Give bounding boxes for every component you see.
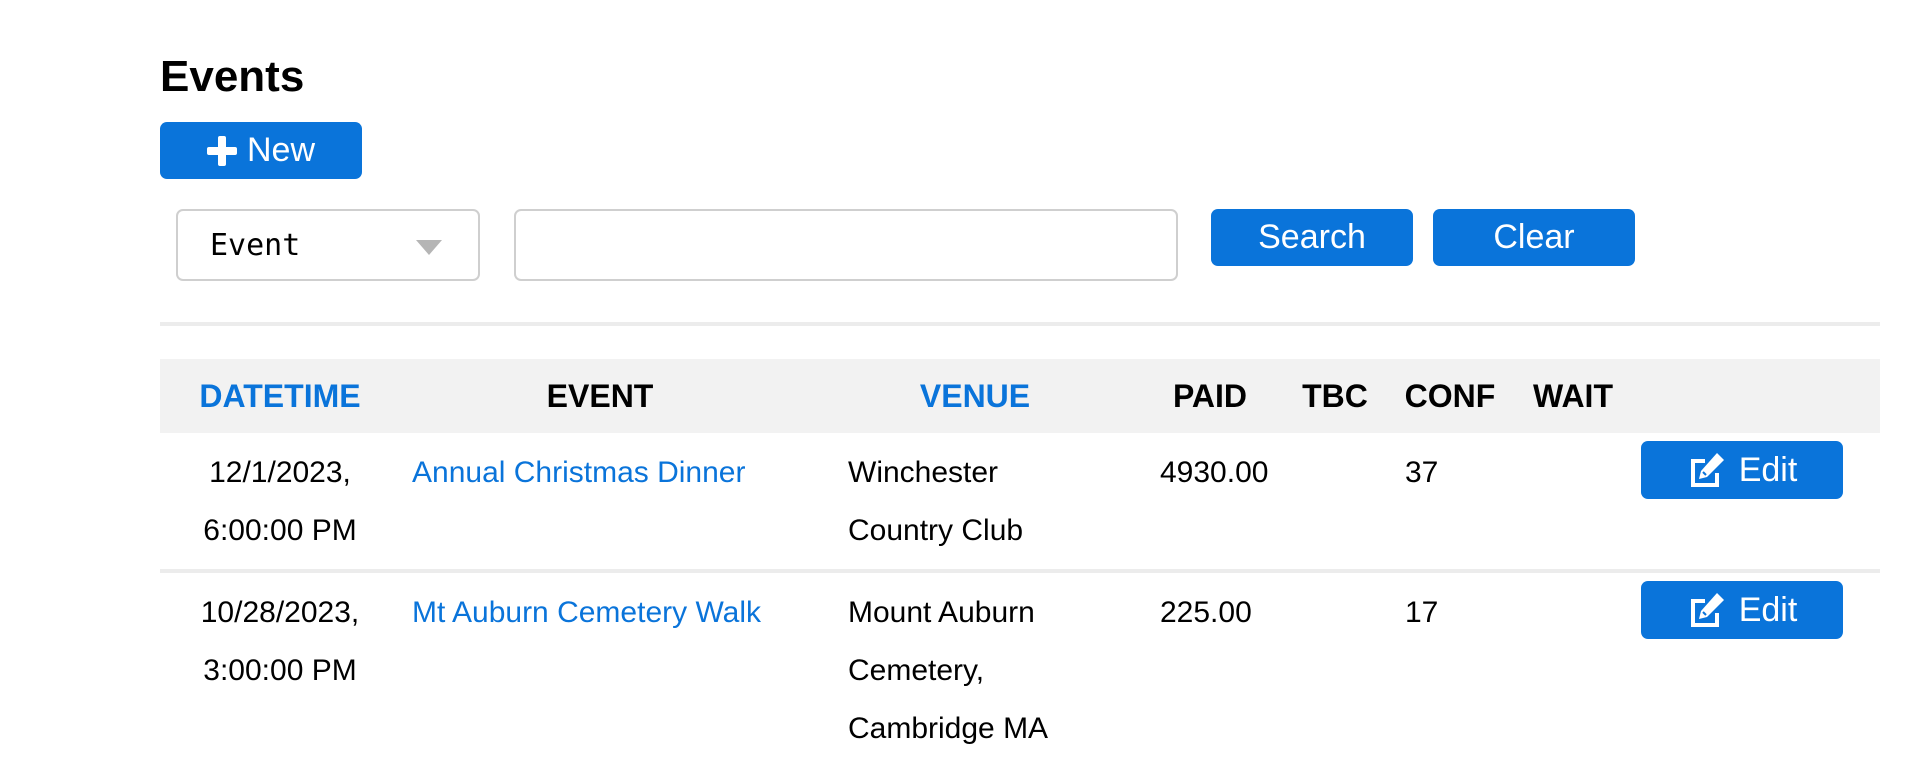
new-event-button[interactable]: New	[160, 122, 362, 179]
event-datetime: 10/28/2023, 3:00:00 PM	[160, 584, 400, 700]
edit-button-label: Edit	[1738, 590, 1798, 629]
table-row: 12/1/2023, 6:00:00 PM Annual Christmas D…	[160, 433, 1880, 573]
page-title: Events	[160, 52, 305, 101]
table-row: 10/28/2023, 3:00:00 PM Mt Auburn Cemeter…	[160, 573, 1880, 758]
event-paid: 225.00	[1160, 596, 1252, 629]
plus-icon	[206, 135, 237, 166]
search-field-select[interactable]: Event	[176, 209, 480, 281]
venue-line: Winchester	[848, 456, 999, 489]
event-link[interactable]: Mt Auburn Cemetery Walk	[412, 584, 761, 642]
event-venue: Winchester Country Club	[848, 444, 1078, 560]
event-date: 12/1/2023,	[209, 456, 351, 489]
edit-button[interactable]: Edit	[1641, 581, 1843, 639]
venue-line: Mount Auburn	[848, 596, 1035, 629]
search-field-select-value: Event	[210, 227, 301, 263]
caret-down-icon	[416, 240, 442, 255]
column-header-event: EVENT	[546, 378, 654, 414]
event-venue: Mount Auburn Cemetery, Cambridge MA	[848, 584, 1078, 758]
edit-square-pencil-icon	[1690, 453, 1724, 487]
edit-button-label: Edit	[1738, 450, 1798, 489]
event-paid: 4930.00	[1160, 456, 1269, 489]
column-header-datetime[interactable]: DATETIME	[160, 359, 400, 433]
new-button-label: New	[246, 131, 316, 169]
events-table: DATETIME EVENT VENUE PAID TBC CONF WAIT …	[160, 359, 1880, 758]
venue-line: Country Club	[848, 514, 1024, 547]
column-header-conf: CONF	[1404, 378, 1496, 414]
column-header-paid: PAID	[1172, 378, 1248, 414]
event-conf: 37	[1405, 456, 1439, 489]
edit-button[interactable]: Edit	[1641, 441, 1843, 499]
column-header-wait: WAIT	[1533, 378, 1613, 414]
event-time: 3:00:00 PM	[203, 654, 357, 687]
venue-line: Cemetery,	[848, 654, 985, 687]
divider	[160, 322, 1880, 326]
event-datetime: 12/1/2023, 6:00:00 PM	[160, 444, 400, 560]
table-header: DATETIME EVENT VENUE PAID TBC CONF WAIT	[160, 359, 1880, 433]
clear-button[interactable]: Clear	[1433, 209, 1635, 266]
search-button[interactable]: Search	[1211, 209, 1413, 266]
event-link[interactable]: Annual Christmas Dinner	[412, 444, 745, 502]
column-header-tbc: TBC	[1302, 378, 1368, 414]
edit-square-pencil-icon	[1690, 593, 1724, 627]
event-conf: 17	[1405, 596, 1439, 629]
venue-line: Cambridge MA	[848, 712, 1049, 745]
event-time: 6:00:00 PM	[203, 514, 357, 547]
event-date: 10/28/2023,	[200, 596, 360, 629]
search-input[interactable]	[514, 209, 1178, 281]
column-header-venue[interactable]: VENUE	[880, 359, 1070, 433]
